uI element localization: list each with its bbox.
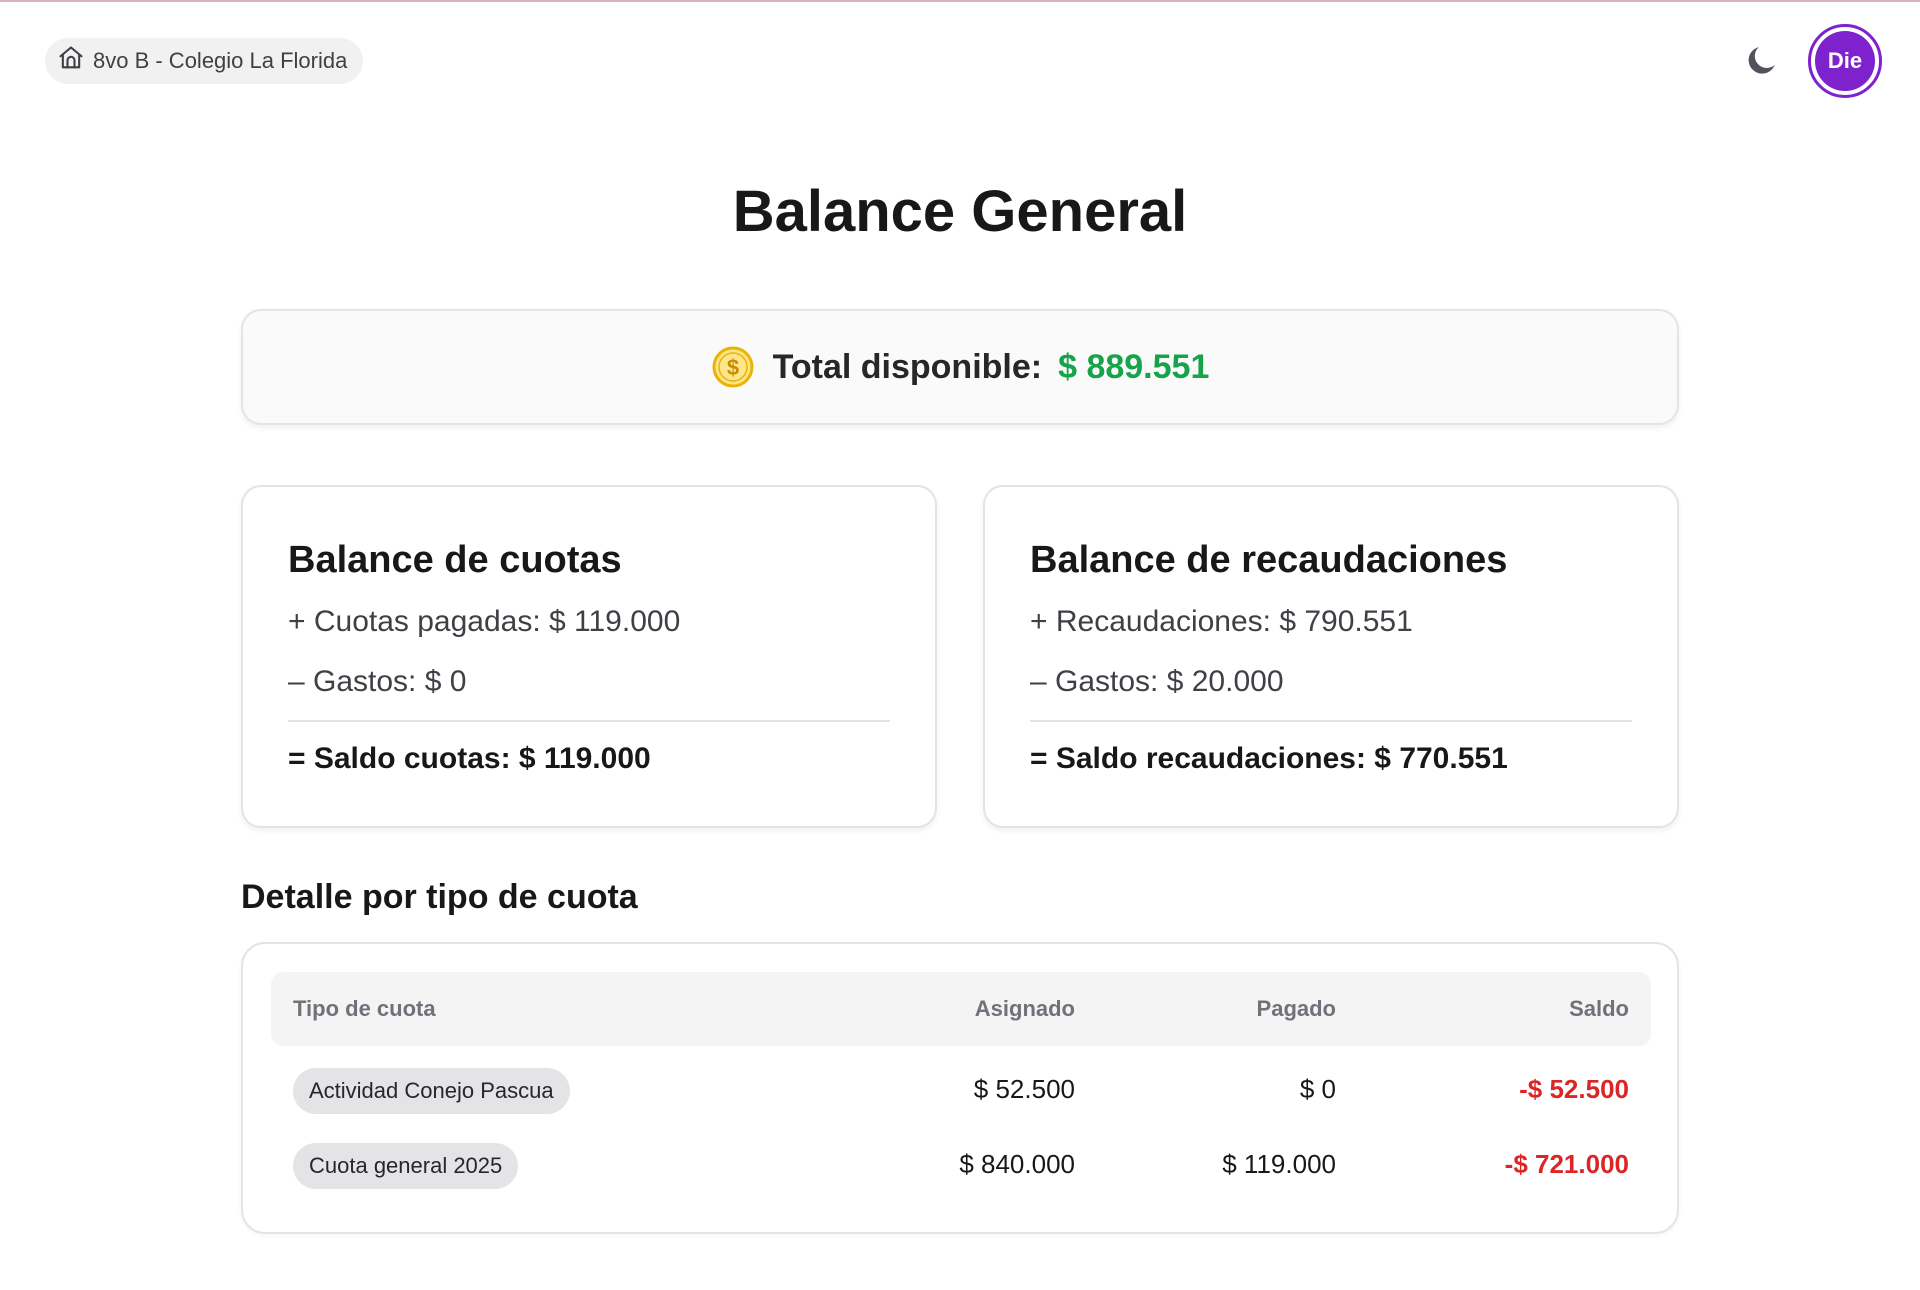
- table-row: Actividad Conejo Pascua $ 52.500 $ 0 -$ …: [271, 1062, 1651, 1122]
- column-header-pagado: Pagado: [1256, 996, 1336, 1021]
- detail-table: Tipo de cuota Asignado Pagado Saldo Acti…: [241, 942, 1679, 1234]
- recaudaciones-income-line: + Recaudaciones: $ 790.551: [1030, 605, 1413, 638]
- saldo-cell: -$ 52.500: [1519, 1074, 1629, 1104]
- school-selector[interactable]: 8vo B - Colegio La Florida: [45, 38, 364, 84]
- theme-toggle-button[interactable]: [1740, 41, 1784, 85]
- column-header-tipo: Tipo de cuota: [293, 996, 436, 1021]
- cuotas-title: Balance de cuotas: [288, 539, 622, 581]
- column-header-saldo: Saldo: [1569, 996, 1629, 1021]
- school-home-icon: [57, 44, 85, 78]
- divider: [288, 720, 890, 722]
- total-available-card: $ Total disponible: $ 889.551: [241, 309, 1679, 425]
- cuota-type-badge: Cuota general 2025: [293, 1143, 519, 1189]
- user-avatar[interactable]: Die: [1808, 24, 1882, 98]
- school-name: 8vo B - Colegio La Florida: [93, 48, 348, 73]
- cuotas-paid-line: + Cuotas pagadas: $ 119.000: [288, 605, 681, 638]
- recaudaciones-expenses-line: – Gastos: $ 20.000: [1030, 665, 1284, 698]
- saldo-cell: -$ 721.000: [1504, 1149, 1629, 1179]
- total-label: Total disponible:: [772, 347, 1043, 386]
- cuota-type-badge: Actividad Conejo Pascua: [293, 1068, 570, 1114]
- top-accent-line: [0, 0, 1920, 2]
- cuotas-balance-card: Balance de cuotas + Cuotas pagadas: $ 11…: [241, 485, 937, 828]
- recaudaciones-balance-total: = Saldo recaudaciones: $ 770.551: [1030, 742, 1508, 775]
- pagado-cell: $ 0: [1299, 1074, 1336, 1104]
- asignado-cell: $ 840.000: [959, 1149, 1075, 1179]
- recaudaciones-title: Balance de recaudaciones: [1030, 539, 1508, 581]
- detail-section-title: Detalle por tipo de cuota: [241, 878, 638, 916]
- pagado-cell: $ 119.000: [1222, 1149, 1336, 1179]
- divider: [1030, 720, 1632, 722]
- moon-icon: [1743, 42, 1781, 85]
- svg-text:$: $: [727, 355, 739, 380]
- asignado-cell: $ 52.500: [973, 1074, 1075, 1104]
- cuotas-expenses-line: – Gastos: $ 0: [288, 665, 467, 698]
- table-row: Cuota general 2025 $ 840.000 $ 119.000 -…: [271, 1137, 1651, 1197]
- cuotas-balance-total: = Saldo cuotas: $ 119.000: [288, 742, 651, 775]
- total-value: $ 889.551: [1058, 347, 1210, 386]
- avatar-initials: Die: [1815, 31, 1875, 91]
- page-title: Balance General: [732, 179, 1188, 244]
- dollar-coin-icon: $: [711, 345, 755, 389]
- table-header: Tipo de cuota Asignado Pagado Saldo: [271, 972, 1651, 1046]
- column-header-asignado: Asignado: [974, 996, 1075, 1021]
- recaudaciones-balance-card: Balance de recaudaciones + Recaudaciones…: [983, 485, 1679, 828]
